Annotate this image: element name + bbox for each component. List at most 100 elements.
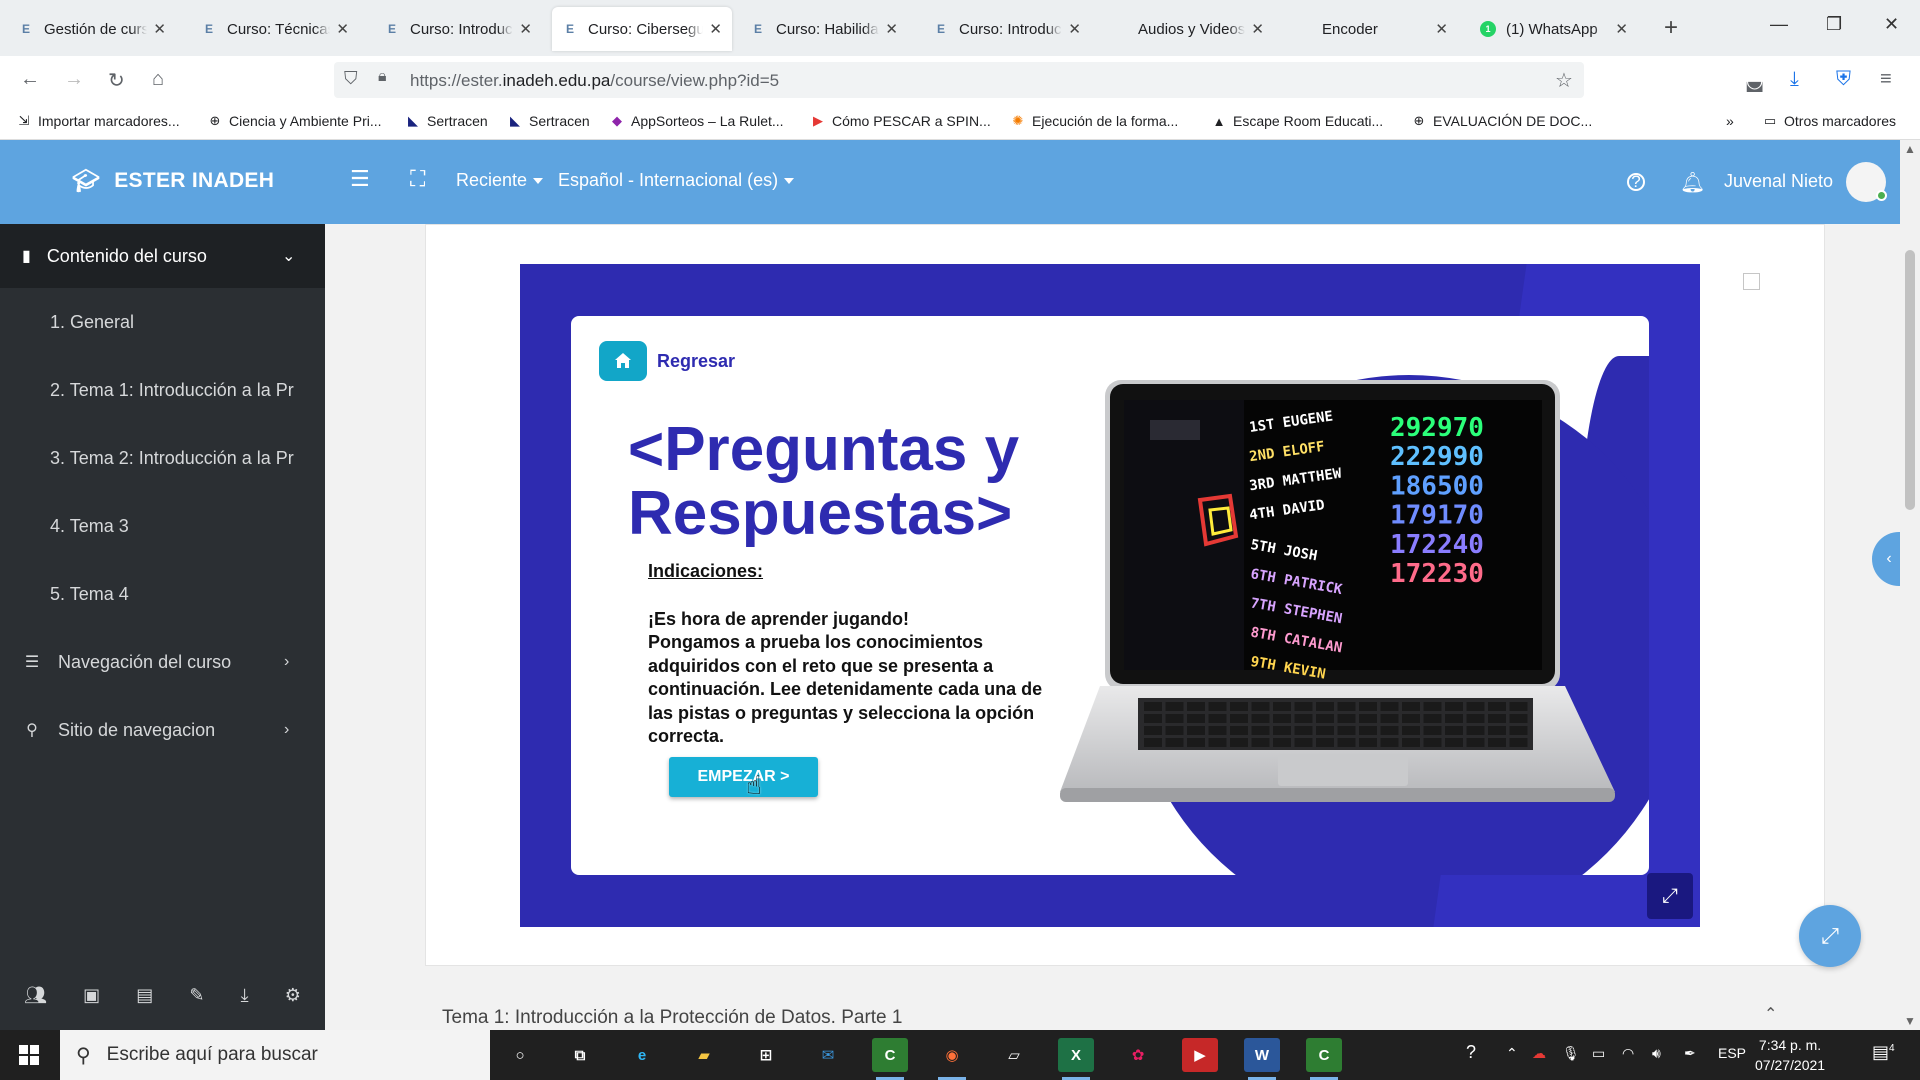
browser-tab[interactable]: 1 (1) WhatsApp ✕ (1470, 7, 1638, 51)
clock[interactable]: 7:34 p. m. 07/27/2021 (1755, 1035, 1825, 1075)
close-tab-icon[interactable]: ✕ (153, 20, 166, 38)
bookmark-item[interactable]: ◣ Sertracen (507, 113, 590, 129)
menu-icon[interactable]: ≡ (1880, 68, 1892, 91)
users-icon[interactable]: 👥︎ (24, 985, 47, 1006)
download-icon[interactable]: ⤓ (241, 985, 249, 1006)
microphone-icon[interactable]: 🎙︎ (1562, 1045, 1580, 1062)
reload-icon[interactable]: ↻ (108, 68, 125, 93)
lock-icon[interactable]: 🔒︎ (378, 68, 387, 86)
shield-icon[interactable]: ⛉ (344, 68, 358, 89)
other-bookmarks[interactable]: ▭ Otros marcadores (1762, 113, 1896, 129)
browser-tab[interactable]: E Curso: Habilidad ✕ (740, 7, 908, 51)
scroll-up-icon[interactable]: ▲ (1904, 142, 1916, 156)
volume-icon[interactable]: 🔊︎ (1652, 1045, 1661, 1062)
brush-icon[interactable]: ✎ (189, 985, 204, 1006)
download-icon[interactable]: ⤓ (1790, 68, 1799, 91)
scroll-down-icon[interactable]: ▼ (1904, 1014, 1916, 1028)
browser-tab[interactable]: E Curso: Introducci ✕ (923, 7, 1091, 51)
browser-tab[interactable]: E Curso: Técnicas b ✕ (191, 7, 359, 51)
cloud-icon[interactable]: ☁ (1532, 1045, 1546, 1062)
bookmark-item[interactable]: ▲ Escape Room Educati... (1211, 113, 1384, 129)
mail-icon[interactable]: ✉ (810, 1038, 846, 1072)
browser-tab[interactable]: E Gestión de cursos ✕ (8, 7, 176, 51)
edge-icon[interactable]: e (624, 1038, 660, 1072)
battery-icon[interactable]: ▭ (1592, 1045, 1605, 1062)
excel-icon[interactable]: X (1058, 1038, 1094, 1080)
browser-tab[interactable]: Encoder ✕ (1312, 7, 1458, 51)
windows-start-icon[interactable] (0, 1030, 58, 1080)
bookmark-item[interactable]: ⊕ Ciencia y Ambiente Pri... (207, 113, 382, 129)
back-button[interactable]: Regresar (599, 341, 735, 381)
cogs-icon[interactable]: ⚙ (285, 985, 301, 1006)
completion-checkbox[interactable] (1743, 273, 1760, 290)
sidebar-item-tema-4[interactable]: 5. Tema 4 (0, 560, 305, 628)
wifi-icon[interactable]: ◠ (1622, 1045, 1634, 1062)
sidebar-item-tema-2[interactable]: 3. Tema 2: Introducción a la Pr (0, 424, 305, 492)
bookmark-star-icon[interactable]: ☆ (1555, 68, 1573, 93)
bookmark-item[interactable]: ◆ AppSorteos – La Rulet... (609, 113, 784, 129)
site-brand[interactable]: 🎓︎ ESTER INADEH (72, 168, 274, 194)
browser-tab[interactable]: E Curso: Introducci ✕ (374, 7, 542, 51)
more-bookmarks-icon[interactable]: » (1726, 113, 1734, 129)
recent-dropdown[interactable]: Reciente (456, 170, 544, 191)
start-button[interactable]: EMPEZAR > (669, 757, 818, 797)
sidebar-item-tema-1[interactable]: 2. Tema 1: Introducción a la Pr (0, 356, 305, 424)
close-tab-icon[interactable]: ✕ (1251, 20, 1264, 38)
page-scrollbar[interactable]: ▲ ▼ (1900, 140, 1920, 1030)
expand-icon[interactable]: ⤢ (1799, 905, 1861, 967)
cortana-icon[interactable]: ○ (502, 1038, 538, 1072)
scrollbar-thumb[interactable] (1905, 250, 1915, 510)
paint-icon[interactable]: ✿ (1120, 1038, 1156, 1072)
url-text[interactable]: https://ester.inadeh.edu.pa/course/view.… (410, 71, 779, 91)
word-icon[interactable]: W (1244, 1038, 1280, 1080)
user-name[interactable]: Juvenal Nieto (1724, 171, 1833, 192)
sidebar-item-general[interactable]: 1. General (0, 288, 305, 356)
new-tab-button[interactable]: + (1664, 14, 1678, 42)
firefox-icon[interactable]: ◉ (934, 1038, 970, 1080)
help-icon[interactable]: ? (1627, 172, 1645, 191)
course-content-toggle[interactable]: ▮ Contenido del curso ⌄ (0, 224, 325, 288)
bookmark-item[interactable]: ✺ Ejecución de la forma... (1010, 113, 1179, 129)
avatar[interactable] (1846, 162, 1887, 202)
bookmark-item[interactable]: ⇲ Importar marcadores... (16, 113, 180, 129)
pocket-icon[interactable]: ◛ (1745, 68, 1764, 93)
close-tab-icon[interactable]: ✕ (336, 20, 349, 38)
video-icon[interactable]: ▶ (1182, 1038, 1218, 1072)
language-dropdown[interactable]: Español - Internacional (es) (558, 170, 795, 191)
sidebar-item-tema-3[interactable]: 4. Tema 3 (0, 492, 305, 560)
chevron-up-icon[interactable]: ⌃ (1764, 1004, 1777, 1024)
section-title[interactable]: Tema 1: Introducción a la Protección de … (442, 1007, 902, 1029)
bookmark-item[interactable]: ⊕ EVALUACIÓN DE DOC... (1411, 113, 1593, 129)
store-icon[interactable]: ⊞ (748, 1038, 784, 1072)
app-icon[interactable]: ▱ (996, 1038, 1032, 1072)
expand-fullscreen-icon[interactable]: ⤢ (1647, 873, 1693, 919)
chevron-up-tray-icon[interactable]: ⌃ (1506, 1045, 1518, 1062)
close-tab-icon[interactable]: ✕ (1615, 20, 1628, 38)
sidebar-section-course-navigation[interactable]: ☰ Navegación del curso › (0, 628, 325, 696)
fullscreen-toggle-icon[interactable]: ⛶ (410, 166, 425, 192)
close-tab-icon[interactable]: ✕ (1435, 20, 1448, 38)
input-language[interactable]: ESP (1718, 1045, 1746, 1061)
task-view-icon[interactable]: ⧉ (562, 1038, 598, 1072)
browser-tab[interactable]: Audios y Videos ✕ (1128, 7, 1274, 51)
pen-icon[interactable]: ✒ (1684, 1045, 1696, 1062)
forward-arrow-icon[interactable]: → (64, 68, 84, 91)
file-icon[interactable]: ▤ (136, 985, 153, 1006)
taskbar-search[interactable]: ⚲ Escribe aquí para buscar (60, 1030, 490, 1080)
help-tray-icon[interactable]: ? (1466, 1042, 1476, 1063)
close-tab-icon[interactable]: ✕ (709, 20, 722, 38)
file-explorer-icon[interactable]: ▰ (686, 1038, 722, 1072)
close-window-icon[interactable]: ✕ (1884, 14, 1899, 35)
restore-icon[interactable]: ❐ (1826, 14, 1842, 35)
archive-icon[interactable]: ▣ (83, 985, 100, 1006)
camtasia-icon[interactable]: C (872, 1038, 908, 1080)
bell-icon[interactable]: 🔔︎ (1680, 170, 1705, 195)
close-tab-icon[interactable]: ✕ (519, 20, 532, 38)
browser-tab-active[interactable]: E Curso: Cibersegu ✕ (552, 7, 732, 51)
camtasia-icon[interactable]: C (1306, 1038, 1342, 1080)
close-tab-icon[interactable]: ✕ (1068, 20, 1081, 38)
bookmark-item[interactable]: ◣ Sertracen (405, 113, 488, 129)
home-icon[interactable]: ⌂ (152, 68, 164, 91)
close-tab-icon[interactable]: ✕ (885, 20, 898, 38)
minimize-icon[interactable]: — (1770, 14, 1788, 35)
